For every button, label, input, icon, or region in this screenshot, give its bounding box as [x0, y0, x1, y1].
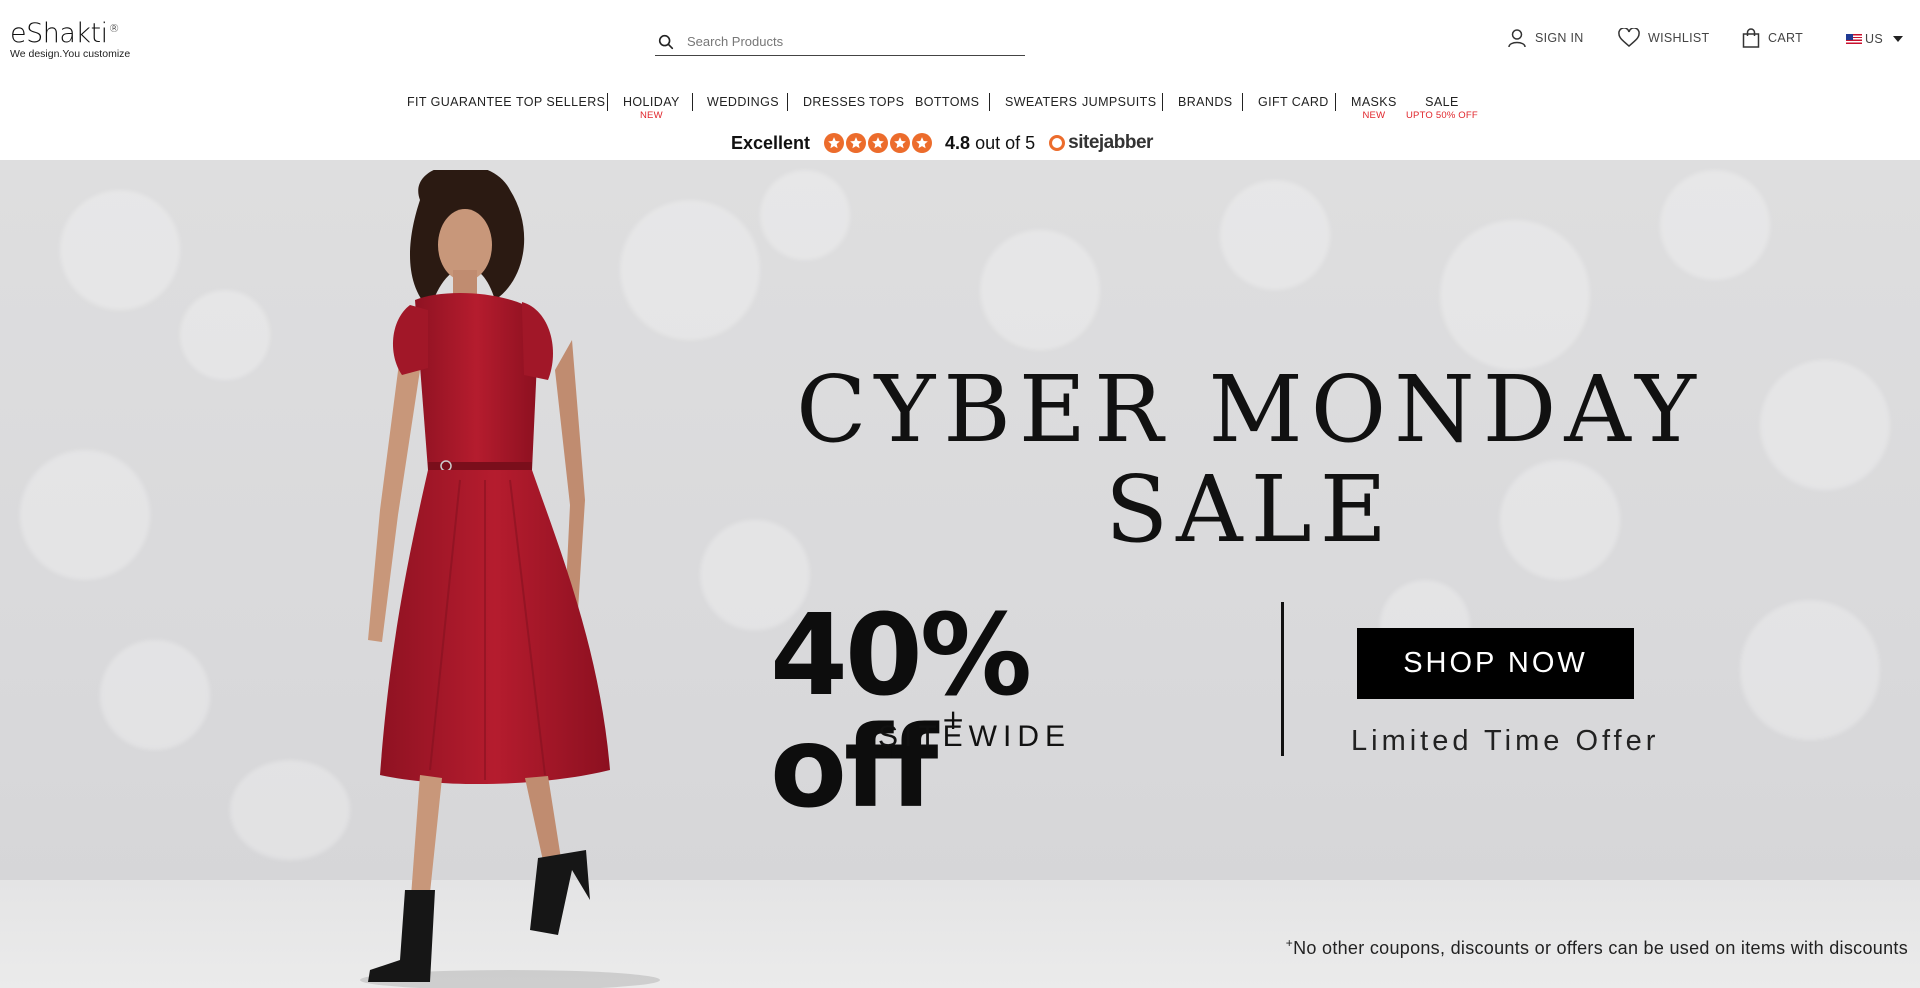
nav-label: BOTTOMS	[915, 95, 980, 109]
nav-label: BRANDS	[1178, 95, 1233, 109]
rating-score: 4.8 out of 5	[945, 133, 1035, 154]
star-icon	[824, 133, 845, 153]
main-nav: FIT GUARANTEE TOP SELLERS HOLIDAY NEW WED…	[0, 95, 1920, 125]
bokeh-light	[1440, 220, 1590, 370]
nav-item-tops[interactable]: TOPS	[869, 95, 904, 109]
bag-icon	[1742, 28, 1760, 48]
nav-item-weddings[interactable]: WEDDINGS	[707, 95, 779, 109]
rating-out-of: out of 5	[975, 132, 1036, 153]
cart-label: CART	[1768, 31, 1804, 45]
discount-text: 40% off	[770, 591, 1032, 833]
country-label: US	[1865, 32, 1883, 46]
nav-item-sale[interactable]: SALE UPTO 50% OFF	[1406, 95, 1478, 121]
nav-divider	[692, 93, 693, 111]
star-icon	[846, 133, 867, 153]
nav-item-bottoms[interactable]: BOTTOMS	[915, 95, 979, 109]
logo-tagline: We design.You customize	[10, 48, 131, 60]
nav-divider	[1242, 93, 1243, 111]
bokeh-light	[100, 640, 210, 750]
sitejabber-logo: sitejabber	[1049, 132, 1153, 154]
country-selector[interactable]: US	[1846, 32, 1903, 46]
discount-amount: 40% off +	[770, 600, 1210, 824]
nav-item-top-sellers[interactable]: TOP SELLERS	[516, 95, 605, 109]
sitejabber-icon	[1049, 135, 1066, 151]
nav-badge-new: NEW	[639, 110, 663, 121]
search-input[interactable]	[687, 34, 1007, 49]
nav-divider	[1335, 93, 1336, 111]
site-header: eShakti® We design.You customize SIGN IN…	[0, 0, 1920, 160]
hero-banner[interactable]: CYBER MONDAY SALE 40% off + SITEWIDE SHOP…	[0, 160, 1920, 988]
nav-item-masks[interactable]: MASKS NEW	[1351, 95, 1397, 121]
bokeh-light	[1740, 600, 1880, 740]
sitejabber-wordmark: sitejabber	[1068, 132, 1153, 153]
hero-title-line2: SALE	[1105, 456, 1395, 563]
bokeh-light	[1220, 180, 1330, 290]
hero-headline: CYBER MONDAY SALE	[760, 360, 1740, 560]
bokeh-light	[1660, 170, 1770, 280]
nav-label: TOP SELLERS	[516, 95, 606, 109]
nav-label: DRESSES	[803, 95, 866, 109]
nav-label: WEDDINGS	[707, 95, 779, 109]
nav-item-sweaters[interactable]: SWEATERS	[1005, 95, 1077, 109]
chevron-down-icon	[1892, 36, 1903, 42]
sign-in-label: SIGN IN	[1535, 31, 1584, 45]
hero-floor	[0, 880, 1920, 988]
hero-disclaimer: +No other coupons, discounts or offers c…	[1286, 936, 1908, 959]
nav-divider	[787, 93, 788, 111]
bokeh-light	[180, 290, 270, 380]
star-icon	[912, 133, 933, 153]
nav-label: SALE	[1425, 95, 1459, 109]
disclaimer-text: No other coupons, discounts or offers ca…	[1293, 938, 1908, 958]
nav-label: JUMPSUITS	[1082, 95, 1157, 109]
sign-in-link[interactable]: SIGN IN	[1507, 28, 1584, 48]
nav-item-holiday[interactable]: HOLIDAY NEW	[623, 95, 680, 121]
bokeh-light	[760, 170, 850, 260]
nav-label: HOLIDAY	[623, 95, 680, 109]
logo[interactable]: eShakti® We design.You customize	[10, 20, 150, 60]
nav-item-dresses[interactable]: DRESSES	[803, 95, 866, 109]
nav-item-jumpsuits[interactable]: JUMPSUITS	[1082, 95, 1156, 109]
bokeh-light	[20, 450, 150, 580]
wishlist-link[interactable]: WISHLIST	[1618, 28, 1709, 48]
user-icon	[1508, 29, 1526, 48]
nav-label: GIFT CARD	[1258, 95, 1329, 109]
logo-registered-mark: ®	[108, 22, 120, 35]
wishlist-label: WISHLIST	[1648, 31, 1710, 45]
sitewide-label: SITEWIDE	[878, 720, 1072, 753]
nav-label: FIT GUARANTEE	[407, 95, 512, 109]
nav-badge-new: NEW	[1362, 110, 1386, 121]
bokeh-light	[1760, 360, 1890, 490]
rating-score-value: 4.8	[945, 132, 971, 153]
model-in-red-dress-image	[360, 170, 660, 988]
nav-item-fit-guarantee[interactable]: FIT GUARANTEE	[407, 95, 512, 109]
shop-now-button[interactable]: SHOP NOW	[1357, 628, 1634, 699]
disclaimer-footnote-mark: +	[1285, 936, 1294, 950]
nav-label: SWEATERS	[1005, 95, 1078, 109]
nav-item-gift-card[interactable]: GIFT CARD	[1258, 95, 1329, 109]
nav-label: TOPS	[869, 95, 905, 109]
bokeh-light	[980, 230, 1100, 350]
nav-item-brands[interactable]: BRANDS	[1178, 95, 1233, 109]
hero-title-line1: CYBER MONDAY	[796, 356, 1704, 463]
bokeh-light	[60, 190, 180, 310]
nav-divider	[1162, 93, 1163, 111]
nav-label: MASKS	[1351, 95, 1397, 109]
cart-link[interactable]: CART	[1742, 28, 1803, 48]
nav-divider	[989, 93, 990, 111]
nav-badge-sale: UPTO 50% OFF	[1406, 110, 1478, 121]
limited-time-label: Limited Time Offer	[1351, 725, 1660, 757]
star-icon	[890, 133, 911, 153]
hero-divider	[1281, 602, 1284, 756]
us-flag-icon	[1846, 34, 1862, 44]
rating-stars	[824, 133, 933, 153]
rating-bar[interactable]: Excellent 4.8 out of 5 sitejabber	[731, 130, 1153, 156]
search-bar	[655, 28, 1025, 56]
rating-label: Excellent	[731, 132, 811, 153]
star-icon	[868, 133, 889, 153]
nav-divider	[607, 93, 608, 111]
heart-icon	[1618, 28, 1640, 47]
logo-wordmark: eShakti	[10, 18, 108, 49]
search-icon[interactable]	[657, 33, 675, 51]
